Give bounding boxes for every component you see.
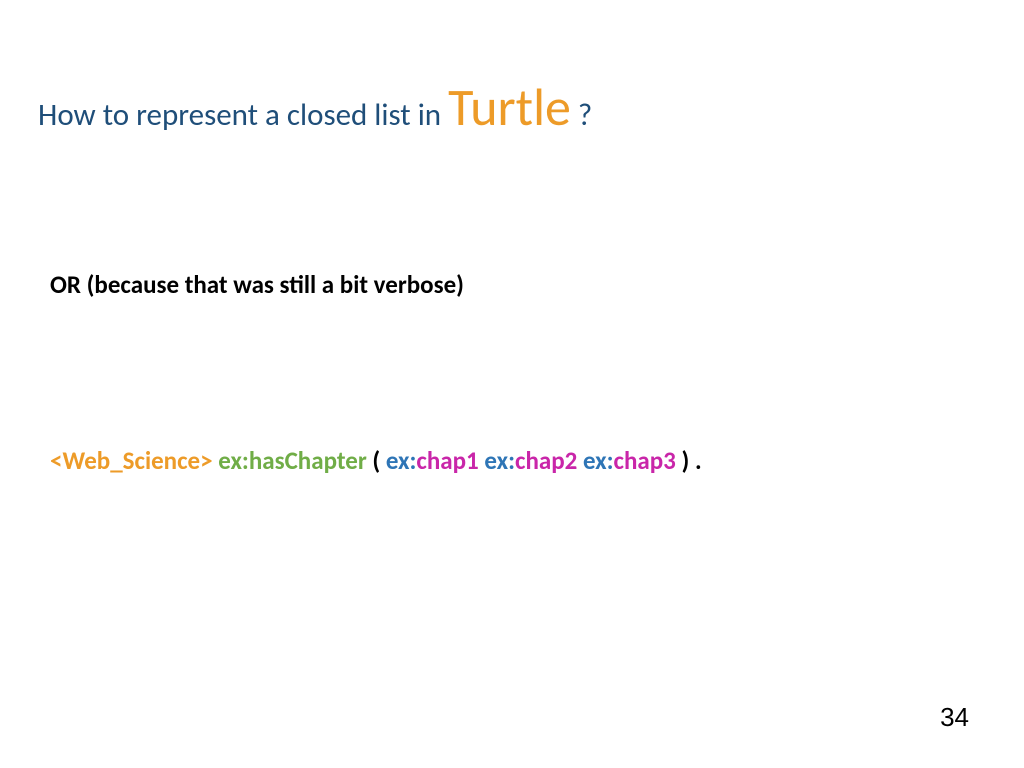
code-open-paren: ( <box>372 445 380 476</box>
page-number: 34 <box>940 702 969 733</box>
slide-title: How to represent a closed list in Turtle… <box>38 75 986 139</box>
subtitle-text: OR (because that was still a bit verbose… <box>50 269 986 300</box>
title-text-part1: How to represent a closed list in <box>38 96 448 134</box>
code-obj2-prefix: ex: <box>484 445 515 476</box>
slide-container: How to represent a closed list in Turtle… <box>0 0 1024 768</box>
code-obj1-prefix: ex: <box>386 445 417 476</box>
code-obj2-name: chap2 <box>515 445 577 476</box>
code-obj3-prefix: ex: <box>583 445 614 476</box>
code-close-paren: ) <box>682 445 690 476</box>
title-text-part2: ? <box>571 96 592 134</box>
title-emphasis: Turtle <box>448 75 571 139</box>
code-subject: <Web_Science> <box>50 445 213 476</box>
code-predicate-name: hasChapter <box>249 445 367 476</box>
code-example: <Web_Science> ex:hasChapter ( ex:chap1 e… <box>50 445 986 476</box>
code-obj1-name: chap1 <box>416 445 478 476</box>
code-terminator: . <box>695 445 702 476</box>
code-predicate-prefix: ex: <box>218 445 249 476</box>
code-obj3-name: chap3 <box>614 445 676 476</box>
